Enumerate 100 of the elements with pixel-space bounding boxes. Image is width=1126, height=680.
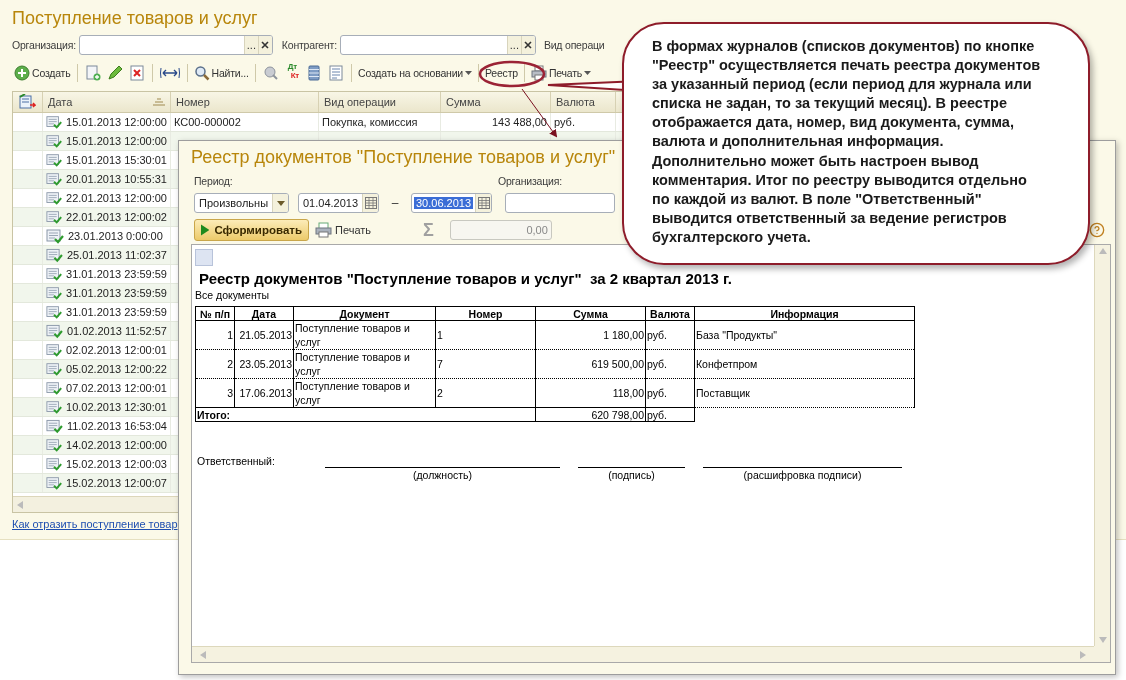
down-arrow-icon: [1098, 637, 1107, 643]
calendar-icon: [364, 197, 377, 209]
choose-button[interactable]: ...: [506, 36, 521, 54]
date-field[interactable]: 30.06.2013: [411, 193, 492, 213]
pencil-icon: [106, 65, 123, 81]
date-text: 01.02.2013 11:52:57: [66, 325, 167, 337]
help-link[interactable]: Как отразить поступление товар: [12, 518, 178, 530]
input-field[interactable]: ...: [78, 35, 273, 55]
right-arrow-icon: [1080, 650, 1086, 659]
operation-text: Покупка, комиссия: [322, 116, 418, 128]
sum-sign: Σ: [423, 219, 434, 241]
signature-caption: (расшифровка подписи): [743, 468, 862, 482]
document-status-icon: [18, 94, 36, 110]
column-header: Документ: [293, 306, 436, 321]
table-cell: руб.: [645, 378, 695, 408]
input-field[interactable]: ...: [339, 35, 536, 55]
document-check-icon: [46, 418, 63, 434]
input-field[interactable]: [505, 193, 615, 213]
sum-field: 0,00: [449, 220, 552, 240]
generate-button[interactable]: Сформировать: [194, 219, 309, 241]
table-cell: 620 798,00: [535, 407, 646, 422]
horizontal-scrollbar[interactable]: [192, 646, 1094, 662]
document-check-icon: [46, 114, 63, 130]
column-header: Сумма: [535, 306, 646, 321]
column-header[interactable]: Сумма: [441, 92, 551, 112]
date-field[interactable]: 01.04.2013: [298, 193, 379, 213]
date-text: 05.02.2013 12:00:22: [66, 363, 167, 375]
table-cell: руб.: [645, 320, 695, 350]
calendar-icon: [477, 197, 490, 209]
date-text: 11.02.2013 16:53:04: [66, 420, 167, 432]
create-based-on-button[interactable]: Создать на основании: [356, 62, 474, 84]
play-icon: [201, 224, 210, 236]
date-text: 31.01.2013 23:59:59: [66, 306, 167, 318]
sort-icon: [153, 98, 165, 106]
report-subtitle: Все документы: [195, 288, 271, 302]
table-cell: 23.05.2013: [234, 349, 294, 379]
currency-text: руб.: [554, 116, 575, 128]
callout-text: В формах журналов (списков документов) по кнопке "Реестр" осуществляется печать реестра документов за указанный период (если период для журнала или списка не задан, то за текущий месяц). В реестре отображается дата, номер, вид документа, сумма, валюта и дополнительная информация. Дополнительно может быть настроен вывод комментария. Итог по реестру выводится отдельно по каждой из валют. В поле "Ответственный" выводится ответственный за ведение регистров бухгалтерского учета.: [652, 37, 1042, 247]
date-text: 15.01.2013 12:00:00: [66, 135, 167, 147]
signature-label: Ответственный:: [197, 454, 276, 468]
window-title: Поступление товаров и услуг: [12, 7, 258, 30]
date-text: 22.01.2013 12:00:02: [66, 211, 167, 223]
left-arrow-icon: [200, 650, 206, 659]
delete-document-icon: [128, 65, 145, 81]
close-icon: [524, 41, 533, 49]
column-header[interactable]: Номер: [171, 92, 319, 112]
corner-cell: [195, 249, 213, 266]
create-button[interactable]: Создать: [12, 62, 73, 84]
date-text: 25.01.2013 11:02:37: [66, 249, 167, 261]
caret-icon: [584, 70, 592, 76]
period-select[interactable]: Произвольны: [194, 193, 289, 213]
table-cell: 21.05.2013: [234, 320, 294, 350]
date-text: 07.02.2013 12:00:01: [66, 382, 167, 394]
column-header: Информация: [694, 306, 915, 321]
help-icon[interactable]: [1089, 222, 1105, 238]
column-header[interactable]: Валюта: [551, 92, 616, 112]
date-text: 22.01.2013 12:00:00: [66, 192, 167, 204]
find-button[interactable]: Найти...: [191, 62, 251, 84]
document-check-icon: [46, 228, 64, 244]
debit-credit-button[interactable]: Дт Кт: [281, 62, 304, 84]
table-cell: Итого:: [195, 407, 536, 422]
document-check-icon: [46, 266, 63, 282]
print-button[interactable]: Печать: [315, 222, 372, 238]
date-text: 15.01.2013 12:00:00: [66, 116, 167, 128]
number-text: КС00-000002: [174, 116, 241, 128]
double-arrow-icon: [159, 65, 180, 81]
column-header[interactable]: Вид операции: [319, 92, 441, 112]
registry-button[interactable]: Реестр: [483, 62, 520, 84]
document-list-icon: [328, 65, 345, 81]
vertical-scrollbar[interactable]: [1094, 245, 1110, 646]
highlight-ellipse: [478, 60, 546, 88]
column-header: Валюта: [645, 306, 695, 321]
printer-icon: [315, 222, 333, 238]
table-cell: 3: [195, 378, 235, 408]
date-text: 15.02.2013 12:00:03: [66, 458, 167, 470]
document-check-icon: [46, 380, 63, 396]
document-check-icon: [46, 456, 63, 472]
table-cell: Конфетпром: [694, 349, 915, 379]
date-text: 10.02.2013 12:30:01: [66, 401, 167, 413]
field-label: Организация:: [12, 39, 76, 51]
report-title: Реестр документов "Поступление товаров и услуг" за 2 квартал 2013 г.: [198, 270, 732, 288]
window-title: Реестр документов "Поступление товаров и услуг": [191, 146, 616, 169]
document-check-icon: [46, 190, 63, 206]
date-text: 31.01.2013 23:59:59: [66, 287, 167, 299]
up-arrow-icon: [1098, 248, 1107, 254]
signature-caption: (должность): [412, 468, 473, 482]
date-text: 15.02.2013 12:00:07: [66, 477, 167, 489]
left-arrow-icon: [17, 500, 23, 509]
field-label: Организация:: [498, 175, 562, 187]
table-cell: 1: [435, 320, 536, 350]
caret-icon: [465, 70, 472, 76]
field-label: Период:: [194, 175, 234, 187]
date-text: 23.01.2013 0:00:00: [68, 230, 163, 242]
date-text: 31.01.2013 23:59:59: [66, 268, 167, 280]
column-header[interactable]: Дата: [43, 92, 171, 112]
table-cell: руб.: [645, 349, 695, 379]
choose-button[interactable]: ...: [243, 36, 258, 54]
document-check-icon: [46, 342, 63, 358]
date-text: 20.01.2013 10:55:31: [66, 173, 167, 185]
field-label: Вид операци: [543, 39, 605, 51]
